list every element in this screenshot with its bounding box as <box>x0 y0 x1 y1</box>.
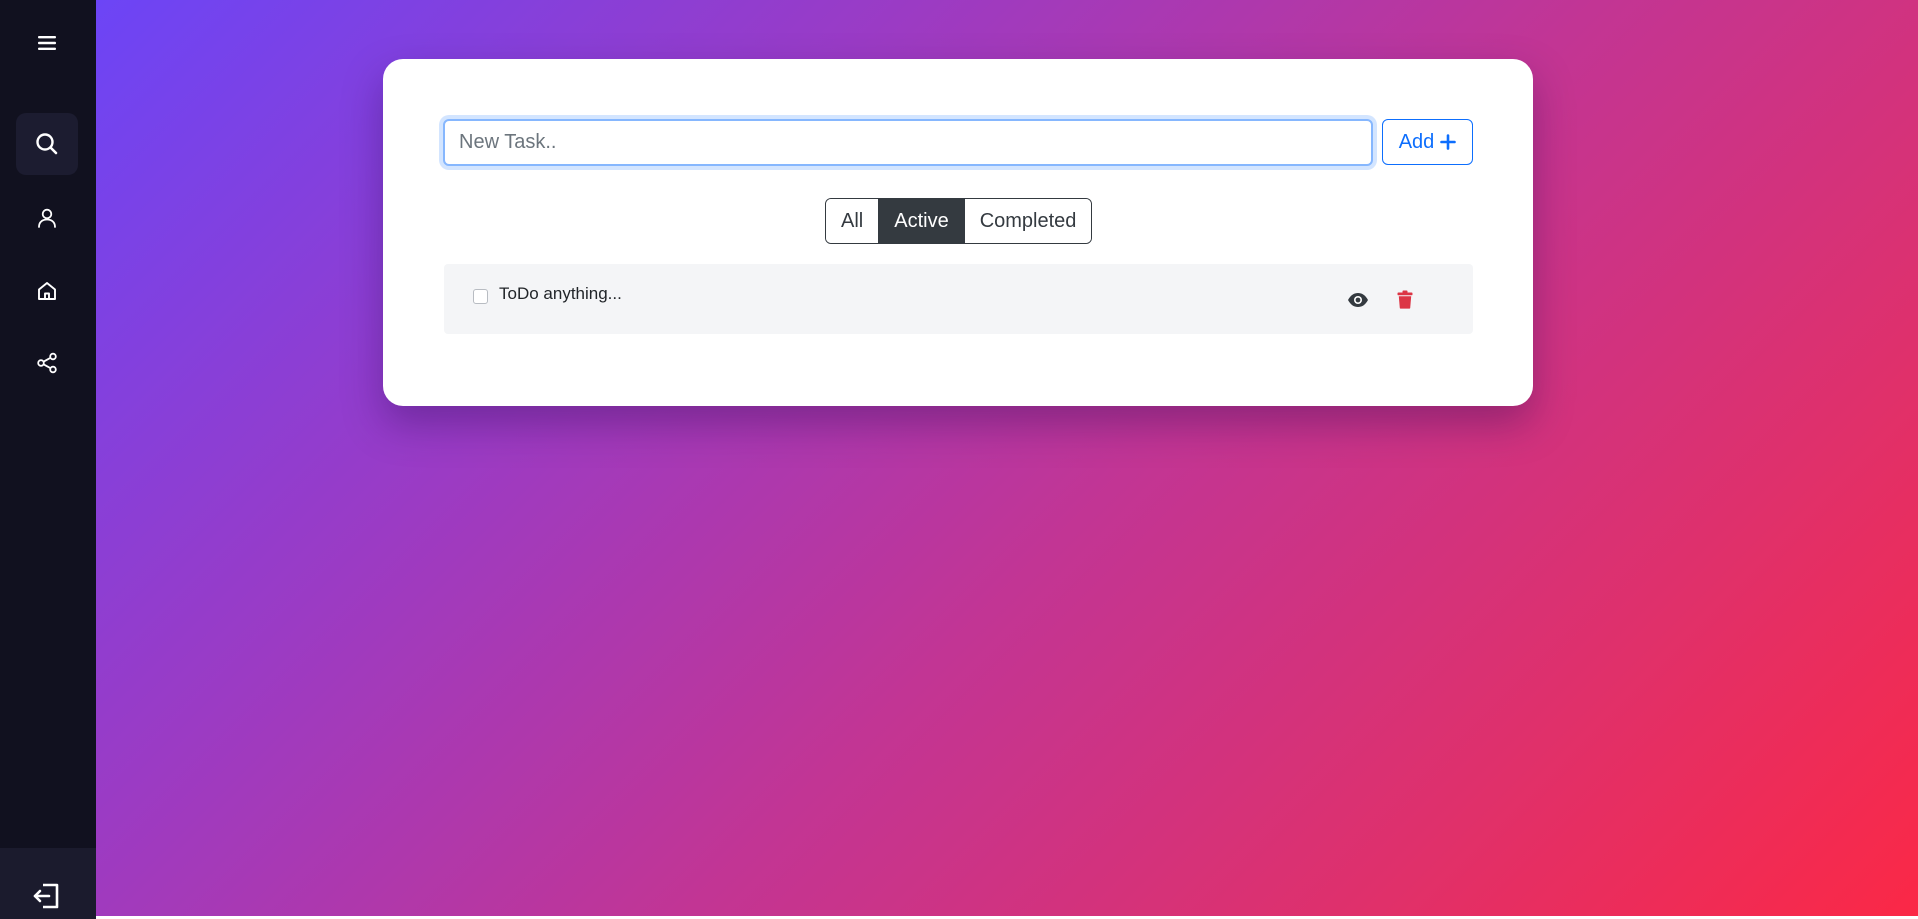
todo-card: Add All Active Completed ToDo anything..… <box>383 59 1533 406</box>
sidebar <box>0 0 96 919</box>
view-task-button[interactable] <box>1346 288 1370 312</box>
filter-group: All Active Completed <box>825 198 1093 244</box>
menu-button[interactable] <box>16 12 78 74</box>
task-text: ToDo anything... <box>499 284 622 303</box>
logout-button[interactable] <box>22 878 70 914</box>
add-button-label: Add <box>1398 130 1435 153</box>
sidebar-item-share[interactable] <box>16 332 78 394</box>
menu-icon <box>38 36 56 50</box>
task-item: ToDo anything... <box>444 264 1473 334</box>
home-icon <box>38 282 56 300</box>
logout-area <box>0 848 96 919</box>
new-task-input[interactable] <box>443 119 1373 166</box>
share-icon <box>37 352 57 374</box>
logout-icon <box>33 883 59 909</box>
main-area: Add All Active Completed ToDo anything..… <box>96 0 1918 916</box>
sidebar-item-search[interactable] <box>16 113 78 175</box>
add-task-button[interactable]: Add <box>1382 119 1473 165</box>
delete-task-button[interactable] <box>1394 287 1416 311</box>
sidebar-item-home[interactable] <box>16 260 78 322</box>
trash-icon <box>1397 290 1413 309</box>
eye-icon <box>1348 293 1368 307</box>
filter-active-button[interactable]: Active <box>878 199 964 243</box>
filter-completed-button[interactable]: Completed <box>963 199 1092 243</box>
user-icon <box>38 208 56 228</box>
plus-icon <box>1440 134 1457 150</box>
filter-all-button[interactable]: All <box>826 199 879 243</box>
task-checkbox[interactable] <box>473 289 488 304</box>
sidebar-item-user[interactable] <box>16 187 78 249</box>
search-icon <box>36 133 58 155</box>
